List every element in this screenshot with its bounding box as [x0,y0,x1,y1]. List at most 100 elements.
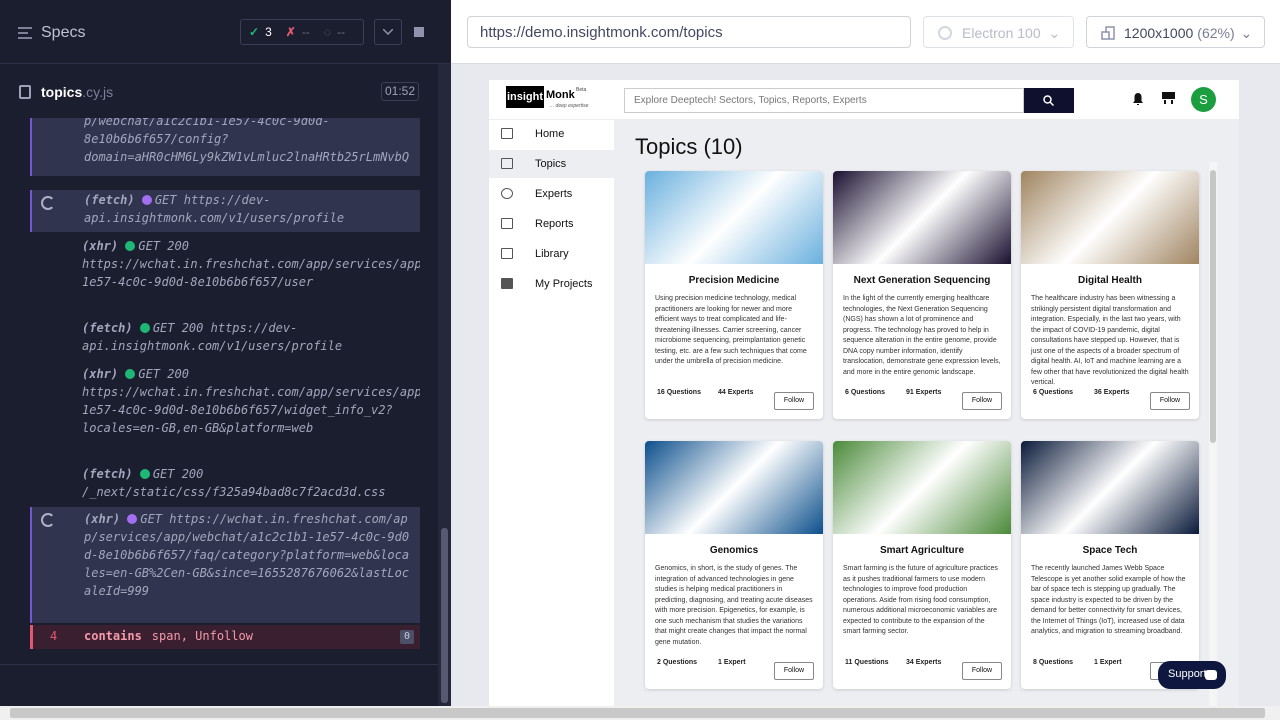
search-input[interactable]: Explore Deeptech! Sectors, Topics, Repor… [624,88,1024,113]
topic-title[interactable]: Genomics [645,545,823,556]
command-row[interactable]: (xhr) GET https://wchat.in.freshchat.com… [30,507,420,623]
status-dot-icon [127,514,138,524]
sidebar-item-my-projects[interactable]: My Projects [489,270,615,298]
page-title: Topics (10) [635,134,743,159]
topic-title[interactable]: Precision Medicine [645,275,823,286]
sidebar-item-library[interactable]: Library [489,240,615,268]
topic-card[interactable]: Digital Health The healthcare industry ha… [1021,171,1199,419]
command-row[interactable]: (fetch) GET https://dev-api.insightmonk.… [30,190,420,232]
runner-panel: Specs ✓ 3 ✗ -- ◌ -- topics.cy.js 01:52 p… [0,0,451,720]
specs-title[interactable]: Specs [41,24,85,42]
topic-title[interactable]: Smart Agriculture [833,545,1011,556]
command-row[interactable]: p/webchat/a1c2c1b1-1e57-4c0c-9d0d-8e10b6… [30,118,420,176]
command-method: GET [140,512,163,526]
sidebar-item-topics[interactable]: Topics [489,150,615,178]
topic-description: Genomics, in short, is the study of gene… [655,565,813,646]
aut-header: https://demo.insightmonk.com/topics Elec… [451,0,1280,64]
sidebar-item-home[interactable]: Home [489,120,615,148]
experts-count: 34 Experts [906,659,942,666]
topic-title[interactable]: Space Tech [1021,545,1199,556]
topics-main: Topics (10) Precision Medicine Using prec… [615,120,1239,706]
failed-command-row[interactable]: 4 contains span, Unfollow 0 [30,625,420,649]
spec-file-name: topics.cy.js [41,84,114,100]
file-icon [19,85,31,99]
command-row[interactable]: (fetch) GET 200 /_next/static/css/f325a9… [30,465,420,505]
stop-icon [414,27,424,37]
experts-count: 1 Expert [1094,659,1122,666]
experts-count: 1 Expert [718,659,746,666]
viewport-selector[interactable]: 1200x1000 (62%) ⌄ [1086,16,1265,48]
sidebar-item-reports[interactable]: Reports [489,210,615,238]
command-number: 4 [50,629,58,643]
url-bar[interactable]: https://demo.insightmonk.com/topics [467,16,911,48]
reports-icon [501,218,513,229]
horizontal-scrollbar-thumb[interactable] [10,708,1265,718]
questions-count: 6 Questions [1033,389,1074,396]
spec-duration: 01:52 [381,82,419,101]
follow-button[interactable]: Follow [962,662,1002,680]
home-icon [501,128,513,139]
specs-menu-icon[interactable] [18,27,32,39]
loading-spinner-icon [41,196,55,210]
failed-icon: ✗ [285,25,296,39]
chevron-down-button[interactable] [374,19,402,45]
topic-title[interactable]: Next Generation Sequencing [833,275,1011,286]
command-type: (fetch) [82,321,133,335]
topic-image [645,441,823,534]
loading-spinner-icon [41,513,55,527]
command-type: (xhr) [84,512,121,526]
element-count-badge: 0 [400,630,414,644]
search-icon [1043,95,1054,106]
follow-button[interactable]: Follow [774,662,814,680]
user-icon [501,188,513,199]
stop-button[interactable] [405,19,433,45]
command-text: https://wchat.in.freshchat.com/app/servi… [84,512,410,598]
insightmonk-logo[interactable]: insight Monk Beta ... deep expertise [506,86,590,112]
sidebar: Home Topics Experts Reports Library My P… [489,120,615,706]
status-dot-icon [139,469,150,479]
topic-title[interactable]: Digital Health [1021,275,1199,286]
status-dot-icon [139,323,150,333]
topic-image [1021,441,1199,534]
follow-button[interactable]: Follow [1150,392,1190,410]
command-row[interactable]: (fetch) GET 200 https://dev-api.insightm… [30,319,420,359]
topic-description: In the light of the currently emerging h… [843,295,1001,376]
command-row[interactable]: (xhr) GET 200 https://wchat.in.freshchat… [30,237,420,301]
app-header: insight Monk Beta ... deep expertise Exp… [489,80,1239,120]
topic-card[interactable]: Smart Agriculture Smart farming is the fu… [833,441,1011,689]
topic-card[interactable]: Next Generation Sequencing In the light o… [833,171,1011,419]
follow-button[interactable]: Follow [962,392,1002,410]
command-method: GET [154,193,177,207]
command-text: https://wchat.in.freshchat.com/app/servi… [82,385,420,435]
failed-count: -- [301,25,310,39]
cart-icon[interactable] [1162,92,1175,104]
topic-card[interactable]: Space Tech The recently launched James We… [1021,441,1199,689]
passed-icon: ✓ [249,25,260,39]
follow-button[interactable]: Follow [774,392,814,410]
topic-image [833,441,1011,534]
command-log: p/webchat/a1c2c1b1-1e57-4c0c-9d0d-8e10b6… [30,118,420,652]
electron-icon [938,26,952,40]
command-method: GET 200 [152,321,204,335]
topics-scrollbar-thumb[interactable] [1210,170,1216,443]
command-row[interactable]: (xhr) GET 200 https://wchat.in.freshchat… [30,365,420,455]
experts-count: 91 Experts [906,389,942,396]
topic-card[interactable]: Genomics Genomics, in short, is the study… [645,441,823,689]
pending-icon: ◌ [323,25,331,39]
command-method: GET 200 [138,367,189,381]
status-dot-icon [141,195,152,205]
chevron-down-icon: ⌄ [1240,25,1253,41]
bell-icon[interactable] [1133,92,1143,106]
status-dot-icon [125,369,136,379]
test-stats: ✓ 3 ✗ -- ◌ -- [240,19,364,45]
browser-selector[interactable]: Electron 100 ⌄ [923,16,1074,48]
topic-card[interactable]: Precision Medicine Using precision medici… [645,171,823,419]
command-type: (xhr) [82,367,119,381]
support-button[interactable]: Support [1158,661,1226,689]
chevron-down-icon: ⌄ [1048,25,1061,41]
avatar[interactable]: S [1191,87,1216,112]
search-button[interactable] [1024,88,1074,113]
topic-description: Smart farming is the future of agricultu… [843,565,998,635]
command-log-scrollbar-thumb[interactable] [441,528,448,703]
sidebar-item-experts[interactable]: Experts [489,180,615,208]
